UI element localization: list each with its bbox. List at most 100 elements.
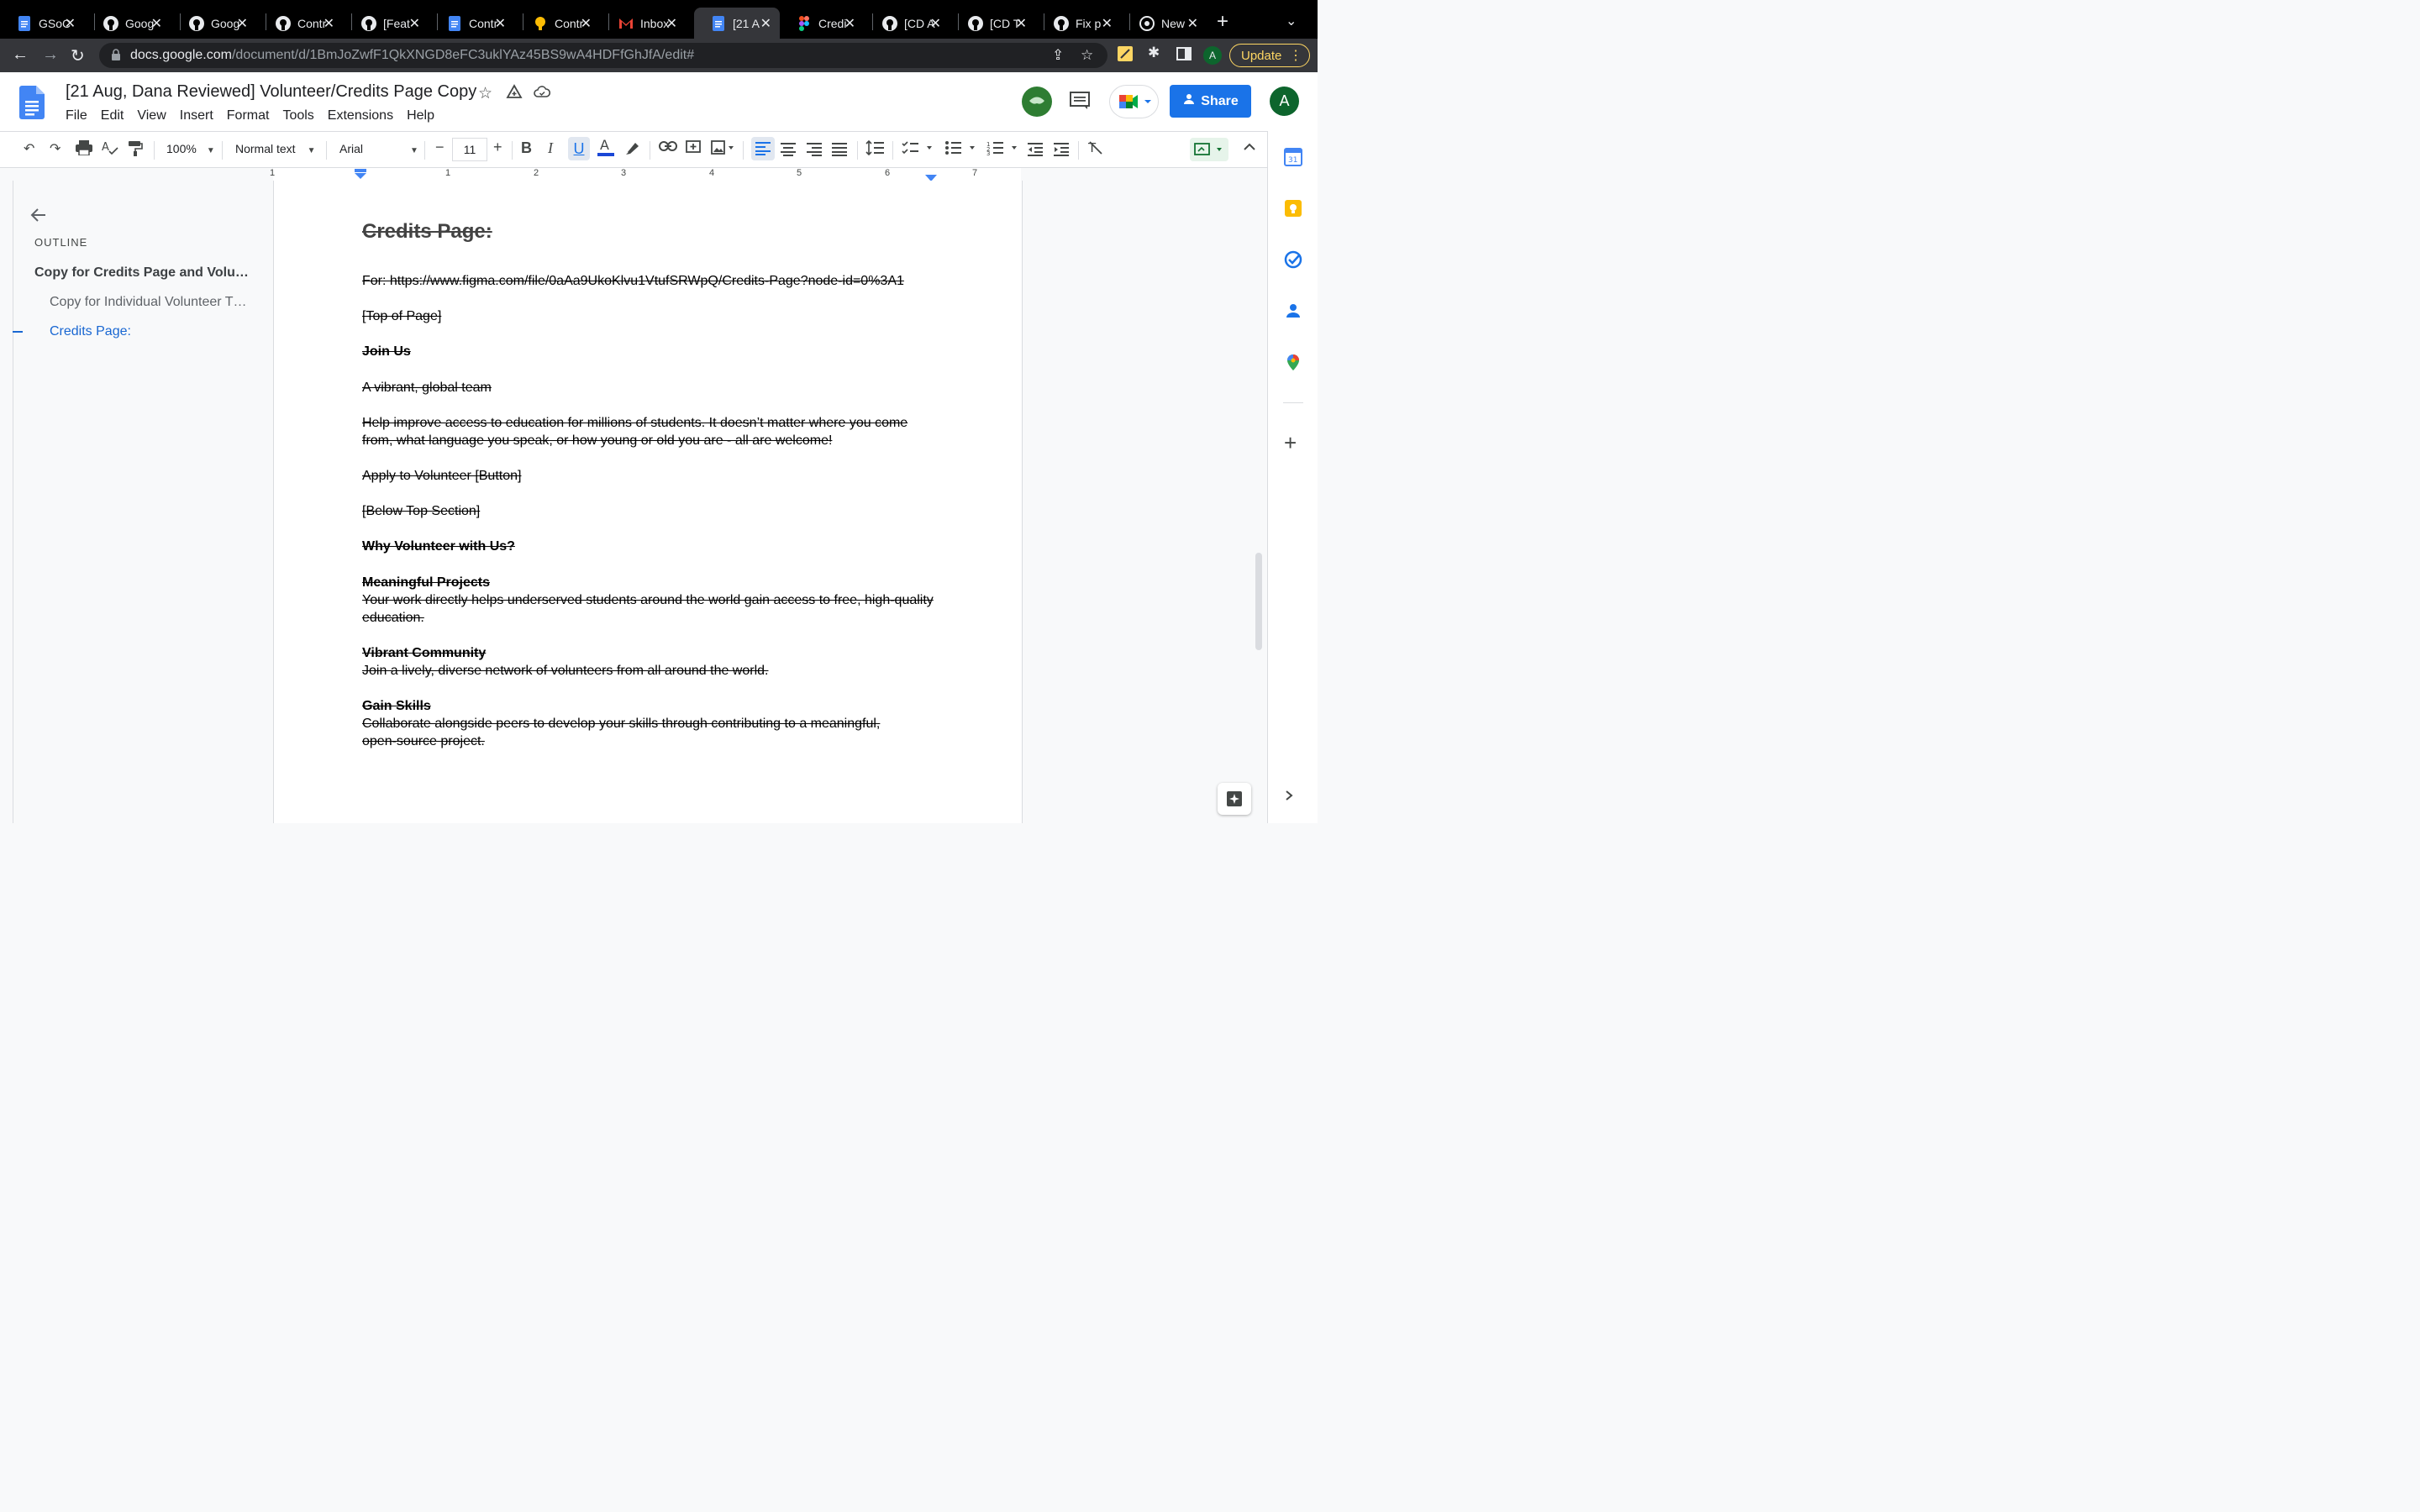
close-icon[interactable]: ✕ [324,15,334,32]
editing-mode-select[interactable] [1190,138,1228,161]
paragraph-style-select[interactable]: Normal text ▼ [235,142,315,155]
numbered-list-icon[interactable]: 123 [986,140,1020,160]
tab-13[interactable]: New ✕ [1123,8,1207,39]
side-panel-icon[interactable] [1176,46,1192,66]
close-icon[interactable]: ✕ [581,15,592,32]
text-color-icon[interactable]: A [597,137,614,162]
print-icon[interactable] [76,140,92,160]
highlight-color-icon[interactable] [625,140,640,160]
increase-font-size-icon[interactable]: + [493,139,502,156]
bulleted-list-icon[interactable] [944,140,978,160]
document-page[interactable]: Credits Page: For: https://www.figma.com… [273,181,1023,823]
close-icon[interactable]: ✕ [666,15,677,32]
menu-insert[interactable]: Insert [180,108,213,123]
forward-arrow-icon[interactable]: → [42,45,59,65]
show-side-panel-chevron-icon[interactable] [1284,790,1294,806]
menu-extensions[interactable]: Extensions [328,108,393,123]
new-tab-plus-icon[interactable]: + [1217,12,1228,32]
undo-icon[interactable]: ↶ [24,140,34,157]
close-outline-arrow-icon[interactable] [30,207,47,227]
close-icon[interactable]: ✕ [1016,15,1027,32]
comment-history-icon[interactable] [1069,91,1091,115]
align-justify-icon[interactable] [832,143,847,160]
tab-4[interactable]: [Feat ✕ [345,8,429,39]
extension-icon[interactable] [1118,46,1133,66]
menu-view[interactable]: View [137,108,166,123]
close-icon[interactable]: ✕ [760,15,771,32]
account-avatar[interactable]: A [1270,87,1299,116]
tab-8-active[interactable]: [21 A ✕ [694,8,780,39]
close-icon[interactable]: ✕ [151,15,162,32]
insert-link-icon[interactable] [659,140,677,156]
menu-edit[interactable]: Edit [101,108,124,123]
puzzle-extensions-icon[interactable]: ✱ [1148,45,1160,61]
outline-item[interactable]: Copy for Individual Volunteer T… [50,295,247,310]
document-title[interactable]: [21 Aug, Dana Reviewed] Volunteer/Credit… [66,82,476,102]
align-right-icon[interactable] [807,143,822,160]
update-button[interactable]: Update ⋮ [1229,44,1310,67]
tab-6[interactable]: Contr ✕ [516,8,600,39]
cloud-saved-icon[interactable] [534,84,551,105]
google-contacts-icon[interactable] [1284,302,1302,324]
google-tasks-icon[interactable] [1284,250,1302,273]
tab-5[interactable]: Contr ✕ [430,8,514,39]
insert-image-icon[interactable] [711,140,734,160]
vertical-scrollbar[interactable] [1252,181,1267,823]
tab-11[interactable]: [CD T ✕ [951,8,1035,39]
close-icon[interactable]: ✕ [237,15,248,32]
zoom-select[interactable]: 100% ▼ [166,142,215,155]
redo-icon[interactable]: ↷ [50,140,60,157]
italic-icon[interactable]: I [548,139,553,157]
reload-icon[interactable]: ↻ [71,45,85,66]
scrollbar-thumb[interactable] [1255,553,1262,650]
profile-avatar[interactable]: A [1203,46,1222,65]
share-button[interactable]: Share [1170,85,1251,118]
bookmark-star-icon[interactable]: ☆ [1081,47,1093,64]
google-maps-icon[interactable] [1284,353,1302,375]
align-left-icon[interactable] [751,137,775,160]
decrease-indent-icon[interactable] [1028,143,1043,160]
tab-12[interactable]: Fix p ✕ [1037,8,1121,39]
meet-button[interactable] [1109,85,1159,123]
explore-button[interactable] [1218,783,1251,815]
font-select[interactable]: Arial ▼ [339,142,418,155]
tab-9[interactable]: Credi ✕ [780,8,864,39]
tab-7[interactable]: Inbox ✕ [602,8,686,39]
horizontal-ruler[interactable]: 1 1 2 3 4 5 6 7 [0,168,1267,181]
clear-formatting-icon[interactable]: T [1087,140,1104,160]
tab-search-chevron-icon[interactable]: ⌄ [1286,13,1297,29]
close-icon[interactable]: ✕ [844,15,855,32]
menu-file[interactable]: File [66,108,87,123]
bold-icon[interactable]: B [521,139,532,157]
underline-icon[interactable]: U [568,137,590,160]
close-icon[interactable]: ✕ [1102,15,1113,32]
outline-item[interactable]: Copy for Credits Page and Volu… [34,265,249,281]
google-calendar-icon[interactable]: 31 [1284,148,1302,171]
share-page-icon[interactable]: ⇪ [1052,47,1064,64]
decrease-font-size-icon[interactable]: − [435,139,445,156]
font-size-input[interactable]: 11 [452,138,487,161]
menu-tools[interactable]: Tools [282,108,313,123]
collaborator-avatar[interactable] [1022,87,1052,121]
back-arrow-icon[interactable]: ← [12,45,29,65]
tab-0[interactable]: GSoC ✕ [0,8,84,39]
star-icon[interactable]: ☆ [478,84,492,103]
increase-indent-icon[interactable] [1054,143,1069,160]
close-icon[interactable]: ✕ [65,15,76,32]
spellcheck-icon[interactable]: A [102,140,118,160]
move-to-drive-icon[interactable] [506,84,523,105]
hide-menus-chevron-up-icon[interactable] [1243,140,1256,155]
omnibox[interactable]: docs.google.com/document/d/1BmJoZwfF1QkX… [99,43,1107,68]
google-docs-logo-icon[interactable] [19,86,45,123]
close-icon[interactable]: ✕ [409,15,420,32]
menu-help[interactable]: Help [407,108,434,123]
tab-1[interactable]: Goog ✕ [87,8,171,39]
align-center-icon[interactable] [781,143,796,160]
close-icon[interactable]: ✕ [1187,15,1198,32]
google-keep-icon[interactable] [1284,199,1302,222]
checklist-icon[interactable] [902,140,935,160]
close-icon[interactable]: ✕ [930,15,941,32]
add-app-plus-icon[interactable]: + [1284,432,1297,454]
line-spacing-icon[interactable] [865,139,884,160]
add-comment-icon[interactable] [686,140,701,160]
